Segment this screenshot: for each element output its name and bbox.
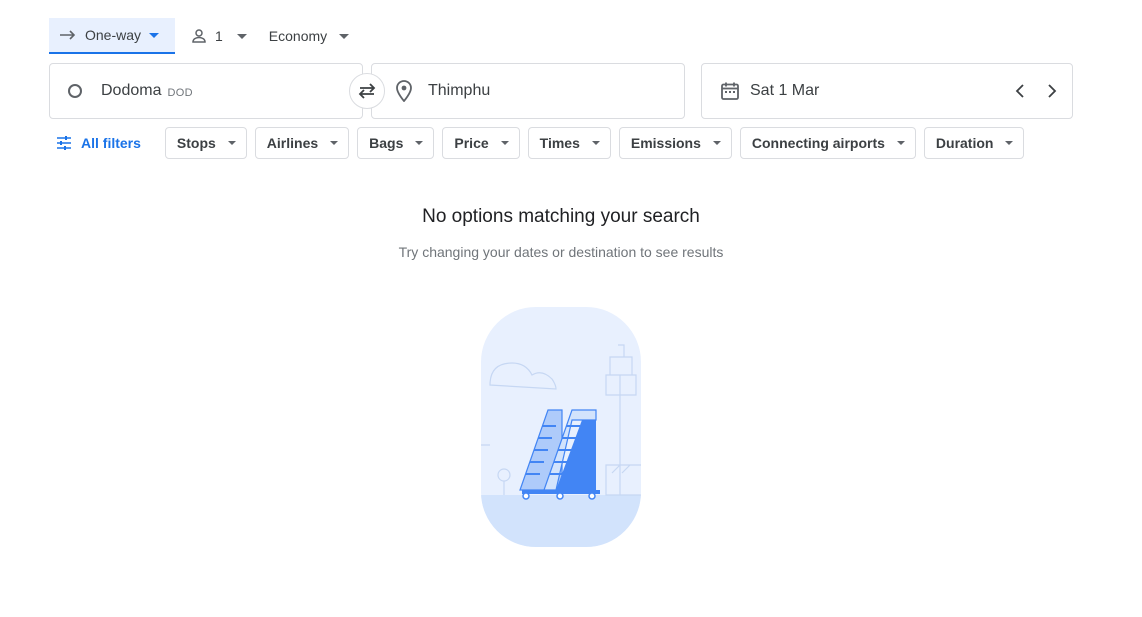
person-icon (191, 28, 207, 44)
destination-field[interactable]: Thimphu (371, 63, 685, 119)
destination-city: Thimphu (428, 82, 491, 99)
chevron-down-icon (500, 141, 509, 145)
chip-label: Bags (369, 135, 404, 151)
origin-circle-icon (68, 84, 82, 98)
chevron-down-icon (149, 32, 160, 38)
chevron-down-icon (339, 33, 350, 39)
chevron-down-icon (896, 141, 905, 145)
chevron-left-icon (1015, 84, 1025, 98)
chevron-down-icon (236, 33, 247, 39)
filter-chip-price[interactable]: Price (442, 127, 520, 159)
chip-label: Price (454, 135, 489, 151)
empty-state-title: No options matching your search (422, 206, 700, 227)
filter-bar: All filters Stops Airlines Bags Price Ti… (56, 127, 1032, 159)
next-date-button[interactable] (1038, 76, 1066, 106)
all-filters-button[interactable]: All filters (56, 135, 141, 151)
chevron-down-icon (330, 141, 339, 145)
origin-city: Dodoma (101, 82, 162, 99)
airport-stairs-illustration (470, 305, 650, 550)
origin-airport-code: DOD (167, 86, 193, 99)
chevron-right-icon (1047, 84, 1057, 98)
chevron-down-icon (227, 141, 236, 145)
swap-button[interactable] (349, 73, 385, 109)
chevron-down-icon (712, 141, 721, 145)
filter-chip-connecting-airports[interactable]: Connecting airports (739, 127, 916, 159)
chip-label: Emissions (630, 135, 701, 151)
filter-chip-emissions[interactable]: Emissions (618, 127, 732, 159)
chip-label: Stops (176, 135, 216, 151)
chevron-down-icon (415, 141, 424, 145)
empty-state-subtitle: Try changing your dates or destination t… (398, 244, 724, 260)
filter-chip-times[interactable]: Times (527, 127, 611, 159)
passenger-count: 1 (215, 28, 223, 44)
filter-chip-stops[interactable]: Stops (164, 127, 247, 159)
previous-date-button[interactable] (1006, 76, 1034, 106)
filter-chip-duration[interactable]: Duration (923, 127, 1025, 159)
trip-options-row: One-way 1 Economy (49, 18, 357, 54)
date-navigation (1006, 76, 1066, 106)
filter-chip-bags[interactable]: Bags (357, 127, 435, 159)
arrow-right-icon (59, 30, 77, 40)
swap-arrows-icon (357, 83, 377, 99)
all-filters-label: All filters (81, 135, 141, 151)
passengers-select[interactable]: 1 (183, 18, 255, 54)
origin-field[interactable]: Dodoma DOD (49, 63, 363, 119)
filter-chip-airlines[interactable]: Airlines (254, 127, 350, 159)
chip-label: Duration (935, 135, 994, 151)
trip-type-label: One-way (85, 27, 142, 43)
chip-label: Connecting airports (751, 135, 885, 151)
cabin-class-select[interactable]: Economy (261, 18, 357, 54)
tune-sliders-icon (56, 136, 72, 150)
departure-date-field[interactable]: Sat 1 Mar (701, 63, 1073, 119)
chevron-down-icon (591, 141, 600, 145)
cabin-class-label: Economy (268, 28, 328, 44)
trip-type-select[interactable]: One-way (49, 18, 175, 54)
chip-label: Times (539, 135, 580, 151)
chevron-down-icon (1005, 141, 1014, 145)
calendar-icon (720, 81, 740, 101)
flight-search-page: One-way 1 Economy Dodoma DOD Thimphu Sat… (0, 0, 1142, 617)
location-pin-icon (396, 80, 412, 102)
departure-date: Sat 1 Mar (750, 82, 820, 99)
chip-label: Airlines (266, 135, 319, 151)
